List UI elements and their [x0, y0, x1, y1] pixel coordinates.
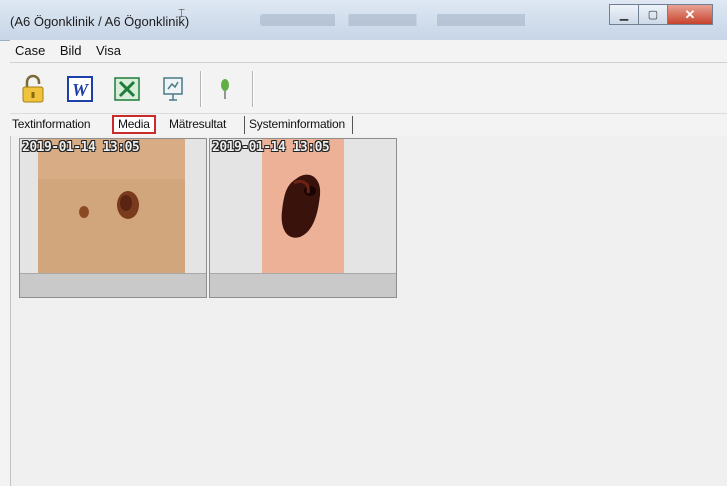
tab-separator [244, 116, 245, 134]
title-bar: (A6 Ögonklinik / A6 Ögonklinik) ⌶ ▁ ▢ ✕ [0, 0, 727, 41]
close-button[interactable]: ✕ [667, 4, 713, 25]
media-timestamp: 2019-01-14 13:05 [22, 140, 140, 155]
maximize-icon: ▢ [647, 9, 659, 21]
word-icon: W [67, 76, 93, 102]
excel-export-button[interactable] [112, 73, 142, 105]
media-thumbnail[interactable]: 2019-01-14 13:05 [19, 138, 207, 298]
minimize-icon: ▁ [619, 9, 629, 21]
toolbar: W [10, 63, 727, 114]
presentation-button[interactable] [158, 73, 188, 105]
menu-case[interactable]: Case [10, 40, 50, 58]
menu-bild[interactable]: Bild [55, 40, 87, 58]
tab-textinformation[interactable]: Textinformation [12, 117, 91, 135]
maximize-button[interactable]: ▢ [638, 4, 668, 25]
toolbar-separator [200, 71, 202, 107]
presentation-icon [163, 77, 183, 101]
menu-bar: Case Bild Visa [10, 40, 727, 63]
media-caption-bar [210, 273, 396, 297]
tab-matresultat[interactable]: Mätresultat [169, 117, 226, 135]
media-image [20, 139, 206, 274]
tab-strip: Textinformation Media Mätresultat System… [10, 114, 727, 136]
window-controls: ▁ ▢ ✕ [609, 4, 713, 25]
blurred-background-taskbar [260, 14, 600, 26]
pin-icon [221, 79, 229, 99]
window-title: (A6 Ögonklinik / A6 Ögonklinik) [10, 14, 190, 29]
toolbar-separator [252, 71, 254, 107]
tab-media[interactable]: Media [112, 115, 156, 134]
media-image [210, 139, 396, 274]
menu-visa[interactable]: Visa [91, 40, 126, 58]
media-thumbnail[interactable]: 2019-01-14 13:05 [209, 138, 397, 298]
lock-icon [22, 74, 44, 103]
minimize-button[interactable]: ▁ [609, 4, 639, 25]
media-timestamp: 2019-01-14 13:05 [212, 140, 330, 155]
close-icon: ✕ [684, 6, 696, 22]
word-export-button[interactable]: W [65, 73, 95, 105]
media-caption-bar [20, 273, 206, 297]
lesion-photo [38, 139, 185, 274]
excel-icon [114, 77, 140, 101]
mole-photo [262, 139, 344, 274]
tab-systeminformation[interactable]: Systeminformation [249, 117, 345, 135]
lock-button[interactable] [18, 73, 48, 105]
tab-separator [352, 116, 353, 134]
mouse-cursor-icon: ⌶ [178, 6, 186, 20]
pin-button[interactable] [210, 73, 240, 105]
svg-text:W: W [72, 80, 90, 100]
